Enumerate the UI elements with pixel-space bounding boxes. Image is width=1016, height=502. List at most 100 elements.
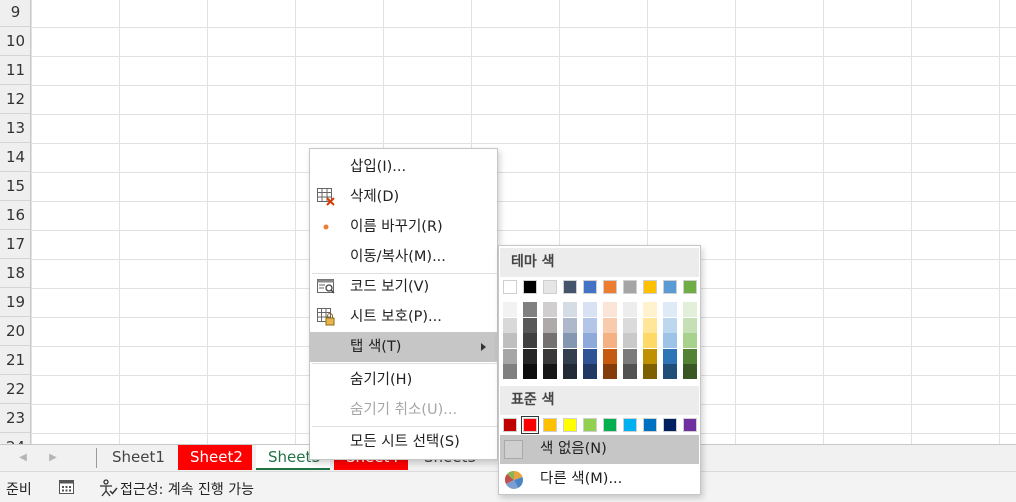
theme-color-swatch[interactable] — [563, 333, 577, 348]
theme-color-swatch[interactable] — [643, 280, 657, 294]
row-header[interactable]: 17 — [0, 230, 30, 259]
menu-item-tab-color[interactable]: 탭 색(T) — [310, 332, 497, 362]
accessibility-icon[interactable] — [98, 479, 118, 497]
standard-color-swatch[interactable] — [643, 418, 657, 432]
theme-color-swatch[interactable] — [563, 302, 577, 317]
menu-item-move-copy[interactable]: 이동/복사(M)... — [310, 242, 497, 272]
standard-color-swatch[interactable] — [563, 418, 577, 432]
row-header[interactable]: 22 — [0, 375, 30, 404]
theme-color-swatch[interactable] — [543, 317, 557, 333]
row-header[interactable]: 12 — [0, 85, 30, 114]
theme-color-swatch[interactable] — [503, 317, 517, 333]
theme-color-swatch[interactable] — [583, 333, 597, 348]
theme-color-swatch[interactable] — [683, 302, 697, 317]
menu-item-protect-sheet[interactable]: 시트 보호(P)... — [310, 302, 497, 332]
theme-color-swatch[interactable] — [563, 280, 577, 294]
theme-color-swatch[interactable] — [683, 348, 697, 364]
menu-item-rename[interactable]: 이름 바꾸기(R) — [310, 212, 497, 242]
theme-color-swatch[interactable] — [583, 317, 597, 333]
theme-color-swatch[interactable] — [683, 280, 697, 294]
standard-color-swatch[interactable] — [583, 418, 597, 432]
theme-color-swatch[interactable] — [523, 280, 537, 294]
theme-color-swatch[interactable] — [583, 348, 597, 364]
theme-color-swatch[interactable] — [543, 333, 557, 348]
theme-color-swatch[interactable] — [623, 302, 637, 317]
theme-color-swatch[interactable] — [523, 333, 537, 348]
macro-record-icon[interactable] — [59, 480, 74, 494]
theme-color-swatch[interactable] — [543, 280, 557, 294]
row-header[interactable]: 10 — [0, 27, 30, 56]
theme-color-swatch[interactable] — [523, 302, 537, 317]
menu-item-select-all-sheets[interactable]: 모든 시트 선택(S) — [310, 427, 497, 457]
theme-color-swatch[interactable] — [603, 280, 617, 294]
theme-color-swatch[interactable] — [643, 317, 657, 333]
theme-color-swatch[interactable] — [643, 364, 657, 379]
theme-color-swatch[interactable] — [623, 333, 637, 348]
theme-color-swatch[interactable] — [623, 280, 637, 294]
theme-color-swatch[interactable] — [583, 302, 597, 317]
more-colors-option[interactable]: 다른 색(M)... — [500, 465, 699, 494]
theme-color-swatch[interactable] — [663, 302, 677, 317]
theme-color-swatch[interactable] — [523, 364, 537, 379]
theme-color-swatch[interactable] — [503, 302, 517, 317]
theme-color-swatch[interactable] — [663, 317, 677, 333]
theme-color-swatch[interactable] — [563, 364, 577, 379]
row-header[interactable]: 19 — [0, 288, 30, 317]
sheet-tab-2[interactable]: Sheet2 — [178, 445, 252, 470]
theme-color-swatch[interactable] — [523, 317, 537, 333]
theme-color-swatch[interactable] — [543, 302, 557, 317]
row-header[interactable]: 13 — [0, 114, 30, 143]
theme-color-swatch[interactable] — [583, 364, 597, 379]
theme-color-swatch[interactable] — [503, 280, 517, 294]
row-header[interactable]: 11 — [0, 56, 30, 85]
no-color-option[interactable]: 색 없음(N) — [500, 435, 699, 464]
theme-color-swatch[interactable] — [603, 364, 617, 379]
row-header[interactable]: 18 — [0, 259, 30, 288]
theme-color-swatch[interactable] — [663, 364, 677, 379]
accessibility-status-text[interactable]: 접근성: 계속 진행 가능 — [120, 479, 254, 499]
theme-color-swatch[interactable] — [583, 280, 597, 294]
theme-color-swatch[interactable] — [683, 333, 697, 348]
row-header[interactable]: 23 — [0, 404, 30, 433]
theme-color-swatch[interactable] — [643, 348, 657, 364]
theme-color-swatch[interactable] — [683, 317, 697, 333]
standard-color-swatch[interactable] — [603, 418, 617, 432]
theme-color-swatch[interactable] — [663, 280, 677, 294]
scroll-tabs-right-icon[interactable]: ▶ — [45, 450, 61, 466]
theme-color-swatch[interactable] — [543, 348, 557, 364]
standard-color-swatch[interactable] — [521, 416, 539, 434]
sheet-tab-1[interactable]: Sheet1 — [100, 445, 174, 470]
row-header[interactable]: 24 — [0, 433, 30, 444]
scroll-tabs-left-icon[interactable]: ◀ — [15, 450, 31, 466]
row-header[interactable]: 14 — [0, 143, 30, 172]
theme-color-swatch[interactable] — [623, 317, 637, 333]
menu-item-view-code[interactable]: 코드 보기(V) — [310, 272, 497, 302]
menu-item-delete[interactable]: 삭제(D) — [310, 182, 497, 212]
theme-color-swatch[interactable] — [663, 333, 677, 348]
standard-color-swatch[interactable] — [623, 418, 637, 432]
standard-color-swatch[interactable] — [503, 418, 517, 432]
standard-color-swatch[interactable] — [543, 418, 557, 432]
theme-color-swatch[interactable] — [603, 317, 617, 333]
theme-color-swatch[interactable] — [643, 302, 657, 317]
theme-color-swatch[interactable] — [603, 333, 617, 348]
theme-color-swatch[interactable] — [503, 348, 517, 364]
theme-color-swatch[interactable] — [543, 364, 557, 379]
theme-color-swatch[interactable] — [523, 348, 537, 364]
row-header[interactable]: 16 — [0, 201, 30, 230]
theme-color-swatch[interactable] — [663, 348, 677, 364]
row-header[interactable]: 21 — [0, 346, 30, 375]
theme-color-swatch[interactable] — [643, 333, 657, 348]
theme-color-swatch[interactable] — [623, 364, 637, 379]
theme-color-swatch[interactable] — [623, 348, 637, 364]
theme-color-swatch[interactable] — [603, 348, 617, 364]
standard-color-swatch[interactable] — [683, 418, 697, 432]
menu-item-hide[interactable]: 숨기기(H) — [310, 365, 497, 395]
theme-color-swatch[interactable] — [563, 348, 577, 364]
theme-color-swatch[interactable] — [683, 364, 697, 379]
row-header[interactable]: 20 — [0, 317, 30, 346]
row-header[interactable]: 15 — [0, 172, 30, 201]
standard-color-swatch[interactable] — [663, 418, 677, 432]
theme-color-swatch[interactable] — [603, 302, 617, 317]
theme-color-swatch[interactable] — [503, 364, 517, 379]
